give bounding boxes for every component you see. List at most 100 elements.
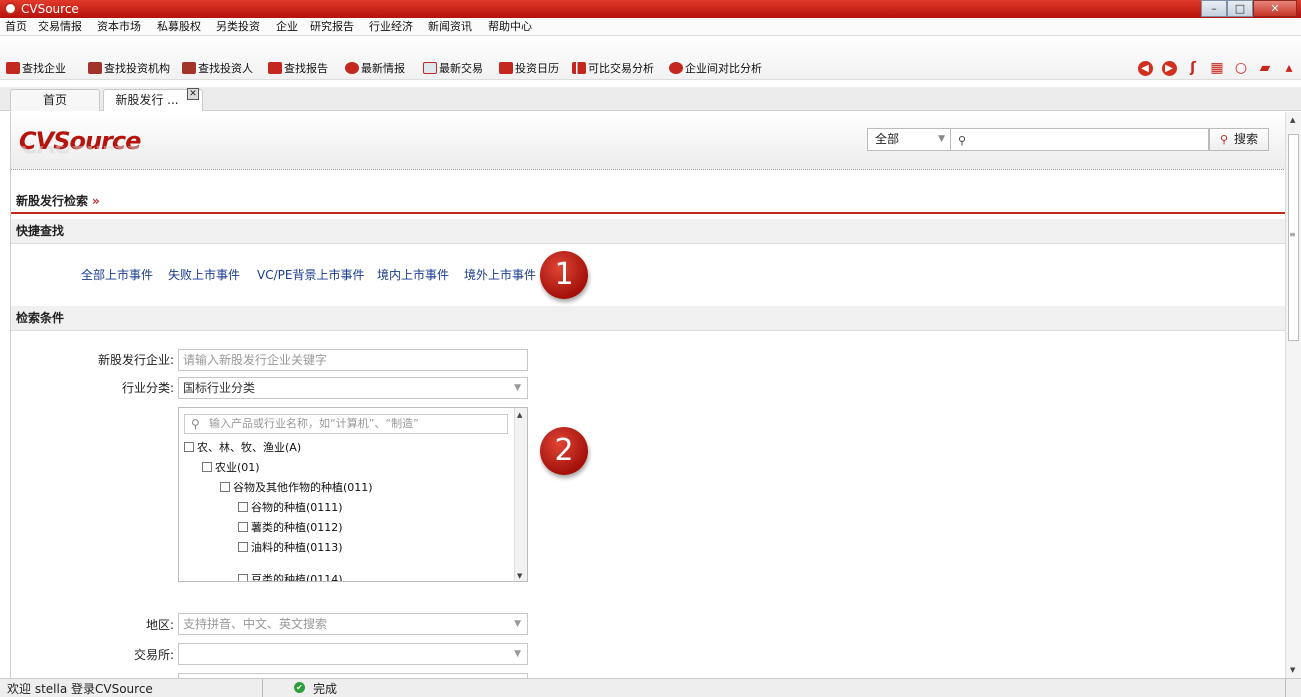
link-failed-ipo[interactable]: 失败上市事件 xyxy=(168,267,240,283)
menu-alternative[interactable]: 另类投资 xyxy=(216,20,260,34)
latest-intel-button[interactable]: 最新情报 xyxy=(345,60,405,76)
tree-item[interactable]: 谷物及其他作物的种植(011) xyxy=(220,480,373,496)
link-vcpe-ipo[interactable]: VC/PE背景上市事件 xyxy=(257,267,364,283)
tree-item[interactable]: 农、林、牧、渔业(A) xyxy=(184,440,301,456)
checkbox[interactable] xyxy=(238,502,248,512)
find-institution-button[interactable]: 查找投资机构 xyxy=(88,60,170,76)
breadcrumb-arrow: » xyxy=(92,194,100,208)
investor-search-icon xyxy=(182,62,196,74)
search-scope-select[interactable]: 全部 ▼ xyxy=(867,128,951,151)
pie-chart-icon xyxy=(669,62,683,74)
menu-home[interactable]: 首页 xyxy=(5,20,27,34)
checkbox[interactable] xyxy=(184,442,194,452)
print-icon[interactable]: ▰ xyxy=(1253,58,1277,78)
forward-icon: ▶ xyxy=(1161,60,1177,76)
tree-item[interactable]: 油料的种植(0113) xyxy=(238,540,343,556)
company-label: 新股发行企业: xyxy=(97,353,174,367)
bookmark-icon[interactable]: ▴ xyxy=(1277,58,1301,78)
calendar-icon xyxy=(499,62,513,74)
latest-deals-button[interactable]: 最新交易 xyxy=(423,60,483,76)
people-search-icon xyxy=(6,62,20,74)
annotation-badge-1: 1 xyxy=(540,251,588,299)
menu-company[interactable]: 企业 xyxy=(276,20,298,34)
find-report-button[interactable]: 查找报告 xyxy=(268,60,328,76)
check-icon: ✔ xyxy=(294,682,305,693)
tree-item[interactable]: 薯类的种植(0112) xyxy=(238,520,343,536)
exchange-select[interactable]: ▼ xyxy=(178,643,528,665)
tab-home[interactable]: 首页 xyxy=(10,89,100,111)
comparable-deal-button[interactable]: 可比交易分析 xyxy=(572,60,654,76)
window-controls: – □ ✕ xyxy=(1201,0,1297,17)
quick-search-header: 快捷查找 xyxy=(11,219,1285,244)
tree-item[interactable]: 谷物的种植(0111) xyxy=(238,500,343,516)
menu-news[interactable]: 新闻资讯 xyxy=(428,20,472,34)
breadcrumb-label: 新股发行检索 xyxy=(16,194,89,208)
search-scope-value: 全部 xyxy=(875,132,900,146)
region-placeholder: 支持拼音、中文、英文搜索 xyxy=(183,617,328,631)
scroll-down-icon[interactable]: ▼ xyxy=(1290,666,1295,674)
menu-help[interactable]: 帮助中心 xyxy=(488,20,532,34)
search-input[interactable]: ⚲ xyxy=(951,128,1209,151)
find-investor-button[interactable]: 查找投资人 xyxy=(182,60,253,76)
back-button[interactable]: ◀ xyxy=(1133,58,1157,78)
menu-research[interactable]: 研究报告 xyxy=(310,20,354,34)
checkbox[interactable] xyxy=(238,522,248,532)
industry-value: 国标行业分类 xyxy=(183,381,256,395)
menu-capital-market[interactable]: 资本市场 xyxy=(97,20,141,34)
link-overseas-ipo[interactable]: 境外上市事件 xyxy=(464,267,536,283)
forward-button[interactable]: ▶ xyxy=(1157,58,1181,78)
title-bar: CVSource – □ ✕ xyxy=(0,0,1301,18)
tree-item[interactable]: 豆类的种植(0114) xyxy=(238,572,343,581)
link-all-ipo[interactable]: 全部上市事件 xyxy=(81,267,153,283)
logo-icon[interactable]: ʃ xyxy=(1181,58,1205,78)
search-icon: ⚲ xyxy=(191,417,200,431)
calculator-icon[interactable]: ▦ xyxy=(1205,58,1229,78)
nav-icons: ◀ ▶ ʃ ▦ ○ ▰ ▴ xyxy=(1133,58,1301,78)
menu-bar: 首页 交易情报 资本市场 私募股权 另类投资 企业 研究报告 行业经济 新闻资讯… xyxy=(0,18,1301,36)
scroll-up-icon[interactable]: ▲ xyxy=(1290,116,1295,124)
company-compare-button[interactable]: 企业间对比分析 xyxy=(669,60,762,76)
industry-label: 行业分类: xyxy=(121,381,174,395)
status-divider xyxy=(262,679,263,697)
close-tab-icon[interactable]: ✕ xyxy=(187,88,199,100)
chevron-down-icon: ▼ xyxy=(514,649,521,659)
company-input[interactable]: 请输入新股发行企业关键字 xyxy=(178,349,528,371)
menu-industry[interactable]: 行业经济 xyxy=(369,20,413,34)
link-domestic-ipo[interactable]: 境内上市事件 xyxy=(377,267,449,283)
search-button-label: 搜索 xyxy=(1233,132,1258,146)
search-icon: ⚲ xyxy=(958,134,967,147)
scroll-grip-icon: ≡ xyxy=(1289,230,1296,239)
bar-chart-icon xyxy=(572,62,586,74)
checkbox[interactable] xyxy=(238,542,248,552)
deals-chart-icon xyxy=(423,62,437,74)
find-company-button[interactable]: 查找企业 xyxy=(6,60,66,76)
industry-tree: ⚲ 输入产品或行业名称，如“计算机”、“制造” 农、林、牧、渔业(A) 农业(0… xyxy=(178,407,528,582)
search-button[interactable]: ⚲ 搜索 xyxy=(1209,128,1269,151)
checkbox[interactable] xyxy=(238,574,248,581)
checkbox[interactable] xyxy=(202,462,212,472)
menu-private-equity[interactable]: 私募股权 xyxy=(157,20,201,34)
app-icon xyxy=(4,2,17,15)
report-icon xyxy=(268,62,282,74)
region-input[interactable]: 支持拼音、中文、英文搜索 ▼ xyxy=(178,613,528,635)
scroll-down-icon[interactable]: ▼ xyxy=(517,572,522,580)
search-icon[interactable]: ○ xyxy=(1229,58,1253,78)
menu-deal-intel[interactable]: 交易情报 xyxy=(38,20,82,34)
window-title: CVSource xyxy=(21,2,79,16)
investment-calendar-button[interactable]: 投资日历 xyxy=(499,60,559,76)
tree-search-input[interactable]: ⚲ 输入产品或行业名称，如“计算机”、“制造” xyxy=(184,414,508,434)
tree-item[interactable]: 农业(01) xyxy=(202,460,260,476)
checkbox[interactable] xyxy=(220,482,230,492)
tab-ipo[interactable]: 新股发行 ... ✕ xyxy=(103,88,203,111)
tree-scrollbar[interactable]: ▲ ▼ xyxy=(514,408,527,581)
scroll-up-icon[interactable]: ▲ xyxy=(517,411,522,419)
maximize-button[interactable]: □ xyxy=(1227,0,1253,17)
news-icon xyxy=(345,62,359,74)
minimize-button[interactable]: – xyxy=(1201,0,1227,17)
content-area: CVSource CVSource 全部 ▼ ⚲ ⚲ 搜索 新股发行检索» 快捷… xyxy=(10,112,1285,678)
close-window-button[interactable]: ✕ xyxy=(1253,0,1297,17)
page-scrollbar[interactable]: ▲ ≡ ▼ xyxy=(1285,112,1301,678)
load-status: 完成 xyxy=(313,682,338,696)
region-label: 地区: xyxy=(145,618,174,632)
industry-select[interactable]: 国标行业分类 ▼ xyxy=(178,377,528,399)
